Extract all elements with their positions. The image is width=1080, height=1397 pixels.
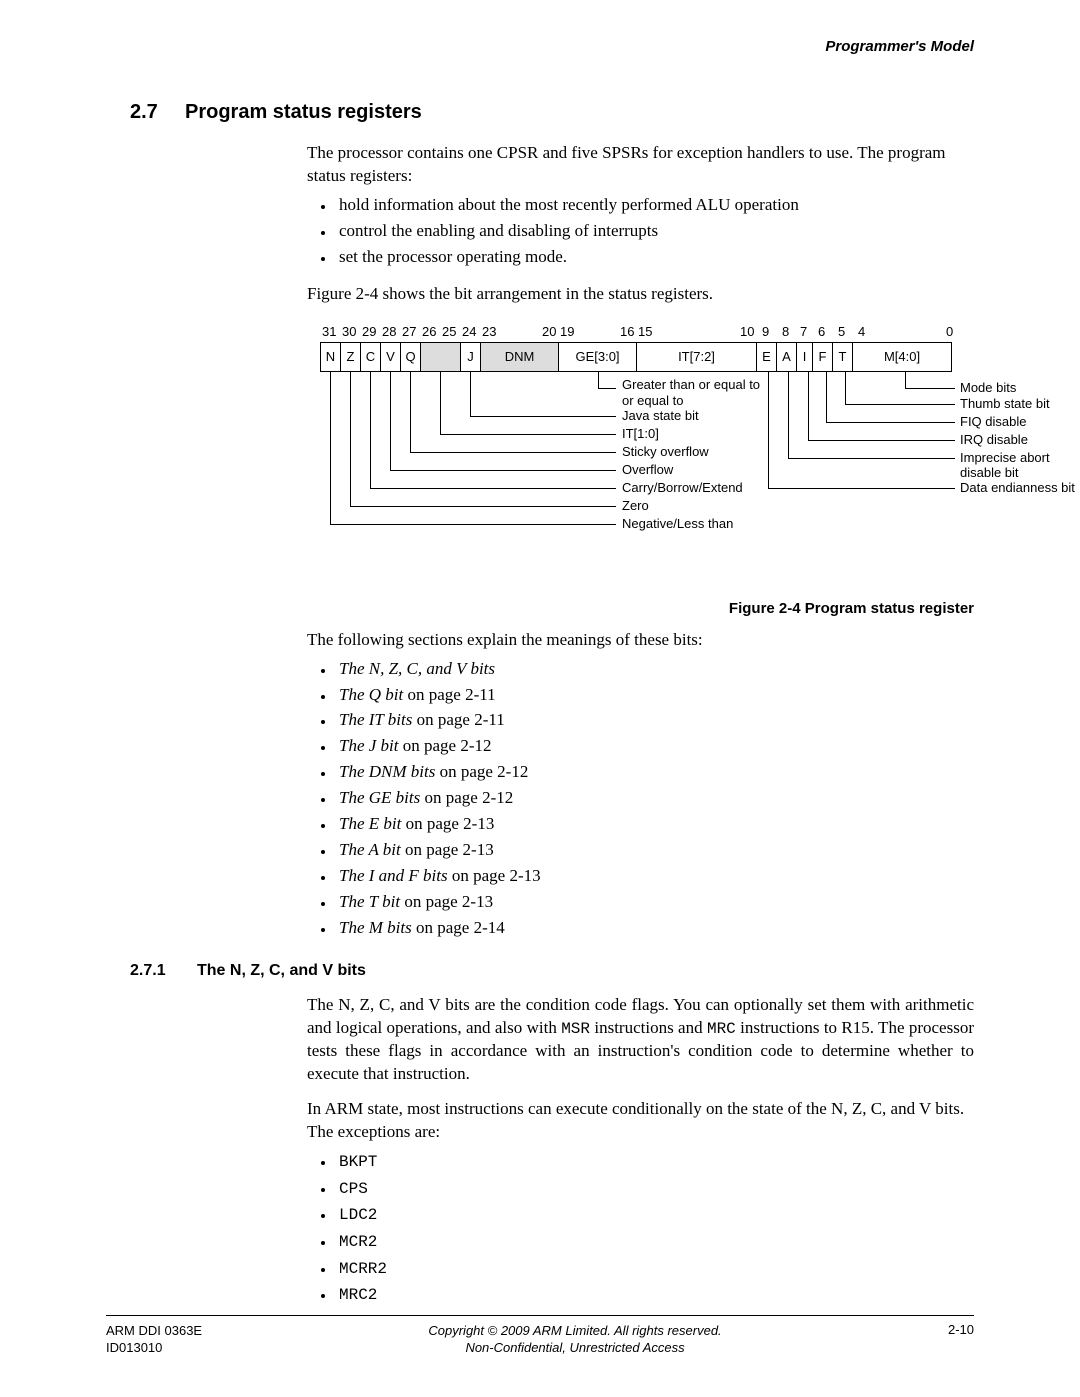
subsection-body: The N, Z, C, and V bits are the conditio… [307,994,974,1307]
annotation-area: Greater than or equal to or equal to Jav… [320,372,1080,586]
section-link[interactable]: The M bits on page 2-14 [335,917,974,940]
footer-left: ARM DDI 0363E ID013010 [106,1322,202,1357]
section-link[interactable]: The DNM bits on page 2-12 [335,761,974,784]
section-link[interactable]: The IT bits on page 2-11 [335,709,974,732]
section-link[interactable]: The N, Z, C, and V bits [335,658,974,681]
bit-cell: M[4:0] [852,342,952,372]
section-heading: 2.7 Program status registers [130,101,974,124]
subsection-number: 2.7.1 [130,962,197,980]
bit-cell: DNM [480,342,558,372]
section-link[interactable]: The J bit on page 2-12 [335,735,974,758]
exception-item: MCR2 [335,1230,974,1254]
subsection-title: The N, Z, C, and V bits [197,962,366,980]
section-link[interactable]: The A bit on page 2-13 [335,839,974,862]
subsection-heading: 2.7.1 The N, Z, C, and V bits [130,962,974,980]
exception-item: MCRR2 [335,1257,974,1281]
bit-cell: T [832,342,852,372]
bit-row: NZCVQ JDNMGE[3:0]IT[7:2]EAIFTM[4:0] [320,342,952,372]
bit-cell [420,342,460,372]
section-link[interactable]: The GE bits on page 2-12 [335,787,974,810]
exception-list: BKPT CPSLDC2 MCR2 MCRR2MRC2 [307,1150,974,1307]
figure-caption: Figure 2-4 Program status register [130,600,974,617]
intro-bullets: hold information about the most recently… [307,194,974,269]
subsection-para1: The N, Z, C, and V bits are the conditio… [307,994,974,1086]
exception-item: BKPT [335,1150,974,1174]
page: Programmer's Model 2.7 Program status re… [0,0,1080,1397]
bullet: control the enabling and disabling of in… [335,220,974,243]
bit-cell: E [756,342,776,372]
page-footer: ARM DDI 0363E ID013010 Copyright © 2009 … [106,1315,974,1357]
footer-center: Copyright © 2009 ARM Limited. All rights… [202,1322,948,1357]
section-title: Program status registers [185,101,422,124]
bit-cell: C [360,342,380,372]
section-links: The N, Z, C, and V bits The Q bit on page… [307,658,974,940]
post-figure-lead: The following sections explain the meani… [307,629,974,652]
subsection-para2: In ARM state, most instructions can exec… [307,1098,974,1144]
bit-cell: GE[3:0] [558,342,636,372]
footer-right: 2-10 [948,1322,974,1337]
bit-cell: V [380,342,400,372]
bit-cell: I [796,342,812,372]
figure-psr: 31 30 29 28 27 26 25 24 23 20 19 16 15 1… [320,324,1080,586]
bit-cell: Q [400,342,420,372]
exception-item: MRC2 [335,1283,974,1307]
post-figure-body: The following sections explain the meani… [307,629,974,940]
bit-cell: J [460,342,480,372]
bit-cell: F [812,342,832,372]
bit-cell: N [320,342,340,372]
exception-item: LDC2 [335,1203,974,1227]
bullet: set the processor operating mode. [335,246,974,269]
bit-cell: A [776,342,796,372]
section-number: 2.7 [130,101,185,124]
section-link[interactable]: The Q bit on page 2-11 [335,684,974,707]
exception-item: CPS [335,1177,974,1201]
section-link[interactable]: The T bit on page 2-13 [335,891,974,914]
bit-cell: Z [340,342,360,372]
intro-para: The processor contains one CPSR and five… [307,142,974,188]
section-link[interactable]: The E bit on page 2-13 [335,813,974,836]
section-link[interactable]: The I and F bits on page 2-13 [335,865,974,888]
figure-ref: Figure 2-4 shows the bit arrangement in … [307,283,974,306]
bullet: hold information about the most recently… [335,194,974,217]
bit-numbers: 31 30 29 28 27 26 25 24 23 20 19 16 15 1… [320,324,1080,342]
running-header: Programmer's Model [130,38,974,55]
body-column: The processor contains one CPSR and five… [307,142,974,306]
bit-cell: IT[7:2] [636,342,756,372]
